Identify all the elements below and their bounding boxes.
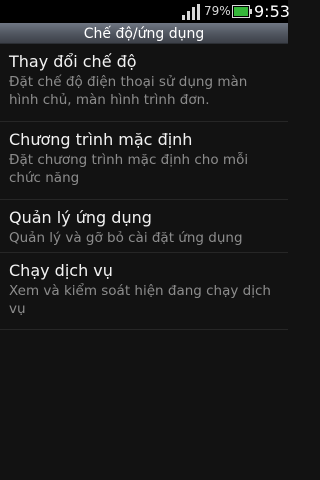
list-item-title: Quản lý ứng dụng	[9, 208, 152, 227]
list-item-summary: Đặt chương trình mặc định cho mỗi chức n…	[9, 152, 249, 186]
battery-percent: 79%	[204, 4, 231, 18]
battery-icon	[232, 5, 252, 18]
signal-icon	[182, 4, 200, 20]
status-bar: 79% 9:53	[0, 0, 290, 23]
list-item-title: Chương trình mặc định	[9, 130, 193, 149]
list-item-running-services[interactable]: Chạy dịch vụ Xem và kiểm soát hiện đang …	[0, 253, 288, 330]
page-title: Chế độ/ứng dụng	[83, 26, 205, 42]
title-bar: Chế độ/ứng dụng	[0, 23, 288, 44]
settings-list: Thay đổi chế độ Đặt chế độ điện thoại sử…	[0, 44, 288, 330]
list-item-change-mode[interactable]: Thay đổi chế độ Đặt chế độ điện thoại sử…	[0, 44, 288, 122]
list-item-title: Thay đổi chế độ	[9, 52, 137, 71]
list-item-default-apps[interactable]: Chương trình mặc định Đặt chương trình m…	[0, 122, 288, 200]
list-item-title: Chạy dịch vụ	[9, 261, 113, 280]
screen: 79% 9:53 Chế độ/ứng dụng Thay đổi chế độ…	[0, 0, 290, 480]
list-item-summary: Đặt chế độ điện thoại sử dụng màn hình c…	[9, 74, 248, 108]
clock: 9:53	[254, 2, 290, 21]
list-item-manage-apps[interactable]: Quản lý ứng dụng Quản lý và gỡ bỏ cài đặ…	[0, 200, 288, 253]
list-item-summary: Quản lý và gỡ bỏ cài đặt ứng dụng	[9, 230, 243, 246]
list-item-summary: Xem và kiểm soát hiện đang chạy dịch vụ	[9, 283, 271, 317]
